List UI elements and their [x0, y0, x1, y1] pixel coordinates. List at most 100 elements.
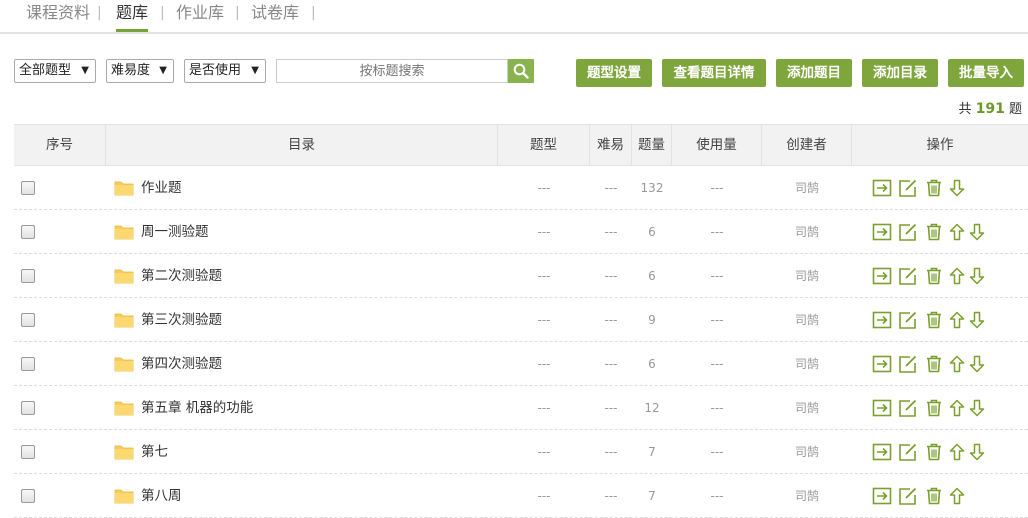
- dropdown-arrow-icon: ▼: [81, 65, 89, 76]
- tab-exam-bank[interactable]: 试卷库: [251, 2, 299, 32]
- tab-homework-bank[interactable]: 作业库: [176, 2, 224, 32]
- arrow-up-icon[interactable]: [949, 222, 965, 242]
- catalog-name[interactable]: 第二次测验题: [141, 254, 222, 298]
- edit-icon[interactable]: [897, 266, 919, 286]
- arrow-down-icon[interactable]: [969, 398, 985, 418]
- arrow-down-icon[interactable]: [969, 310, 985, 330]
- cell-creator: 司鹄: [794, 269, 819, 283]
- edit-icon[interactable]: [897, 222, 919, 242]
- arrow-down-icon[interactable]: [969, 266, 985, 286]
- edit-icon[interactable]: [897, 354, 919, 374]
- total-prefix: 共: [958, 102, 972, 117]
- cell-type: ---: [537, 225, 551, 239]
- trash-icon[interactable]: [923, 398, 945, 418]
- folder-icon: [114, 225, 134, 240]
- batch-import-button[interactable]: 批量导入: [948, 59, 1024, 87]
- arrow-down-icon[interactable]: [969, 442, 985, 462]
- folder-icon: [114, 269, 134, 284]
- catalog-name[interactable]: 第四次测验题: [141, 342, 222, 386]
- edit-icon[interactable]: [897, 178, 919, 198]
- tab-question-bank[interactable]: 题库: [116, 2, 149, 32]
- cell-type: ---: [537, 181, 551, 195]
- search-button[interactable]: [508, 59, 534, 83]
- row-checkbox[interactable]: [21, 489, 35, 503]
- cell-count: 9: [648, 313, 656, 327]
- row-checkbox[interactable]: [21, 401, 35, 415]
- edit-icon[interactable]: [897, 486, 919, 506]
- trash-icon[interactable]: [923, 222, 945, 242]
- edit-icon[interactable]: [897, 398, 919, 418]
- header-catalog: 目录: [106, 125, 498, 165]
- header-creator: 创建者: [762, 125, 852, 165]
- tab-separator: |: [160, 5, 165, 21]
- usage-filter-value: 是否使用: [189, 63, 242, 78]
- move-to-icon[interactable]: [871, 178, 893, 198]
- arrow-up-icon[interactable]: [949, 266, 965, 286]
- row-checkbox[interactable]: [21, 357, 35, 371]
- table-row: 作业题 --- --- 132 --- 司鹄: [14, 166, 1028, 210]
- trash-icon[interactable]: [923, 310, 945, 330]
- search-icon: [513, 63, 529, 79]
- trash-icon[interactable]: [923, 442, 945, 462]
- type-filter-select[interactable]: 全部题型 ▼: [14, 59, 96, 83]
- trash-icon[interactable]: [923, 178, 945, 198]
- cell-usage: ---: [710, 445, 724, 459]
- search-input[interactable]: [277, 60, 507, 83]
- trash-icon[interactable]: [923, 354, 945, 374]
- row-checkbox[interactable]: [21, 269, 35, 283]
- view-details-button[interactable]: 查看题目详情: [662, 59, 766, 87]
- cell-usage: ---: [710, 401, 724, 415]
- arrow-up-icon[interactable]: [949, 398, 965, 418]
- move-to-icon[interactable]: [871, 266, 893, 286]
- header-usage: 使用量: [672, 125, 762, 165]
- arrow-up-icon[interactable]: [949, 442, 965, 462]
- arrow-up-icon[interactable]: [949, 354, 965, 374]
- arrow-down-icon[interactable]: [969, 222, 985, 242]
- tab-course-materials[interactable]: 课程资料: [26, 2, 90, 32]
- arrow-up-icon[interactable]: [949, 310, 965, 330]
- cell-count: 12: [644, 401, 660, 415]
- trash-icon[interactable]: [923, 486, 945, 506]
- row-checkbox[interactable]: [21, 445, 35, 459]
- type-filter-value: 全部题型: [19, 63, 72, 78]
- tab-separator: |: [311, 5, 316, 21]
- trash-icon[interactable]: [923, 266, 945, 286]
- catalog-name[interactable]: 周一测验题: [141, 210, 209, 254]
- total-suffix: 题: [1008, 102, 1022, 117]
- table-row: 第三次测验题 --- --- 9 --- 司鹄: [14, 298, 1028, 342]
- cell-difficulty: ---: [604, 445, 618, 459]
- row-actions: [871, 442, 985, 462]
- folder-icon: [114, 313, 134, 328]
- type-settings-button[interactable]: 题型设置: [576, 59, 652, 87]
- add-question-button[interactable]: 添加题目: [776, 59, 852, 87]
- arrow-up-icon[interactable]: [949, 486, 965, 506]
- move-to-icon[interactable]: [871, 222, 893, 242]
- cell-usage: ---: [710, 357, 724, 371]
- tab-separator: |: [235, 5, 240, 21]
- catalog-name[interactable]: 作业题: [141, 166, 182, 210]
- arrow-down-icon[interactable]: [969, 354, 985, 374]
- dropdown-arrow-icon: ▼: [159, 65, 167, 76]
- move-to-icon[interactable]: [871, 310, 893, 330]
- cell-creator: 司鹄: [794, 225, 819, 239]
- row-checkbox[interactable]: [21, 225, 35, 239]
- catalog-name[interactable]: 第三次测验题: [141, 298, 222, 342]
- difficulty-filter-select[interactable]: 难易度 ▼: [106, 59, 174, 83]
- move-to-icon[interactable]: [871, 398, 893, 418]
- edit-icon[interactable]: [897, 442, 919, 462]
- row-checkbox[interactable]: [21, 313, 35, 327]
- usage-filter-select[interactable]: 是否使用 ▼: [184, 59, 266, 83]
- catalog-name[interactable]: 第五章 机器的功能: [141, 386, 253, 430]
- difficulty-filter-value: 难易度: [111, 63, 151, 78]
- edit-icon[interactable]: [897, 310, 919, 330]
- move-to-icon[interactable]: [871, 442, 893, 462]
- table-row: 第二次测验题 --- --- 6 --- 司鹄: [14, 254, 1028, 298]
- move-to-icon[interactable]: [871, 354, 893, 374]
- catalog-name[interactable]: 第八周: [141, 474, 182, 518]
- row-checkbox[interactable]: [21, 181, 35, 195]
- add-catalog-button[interactable]: 添加目录: [862, 59, 938, 87]
- move-to-icon[interactable]: [871, 486, 893, 506]
- cell-creator: 司鹄: [794, 489, 819, 503]
- arrow-down-icon[interactable]: [949, 178, 965, 198]
- catalog-name[interactable]: 第七: [141, 430, 168, 474]
